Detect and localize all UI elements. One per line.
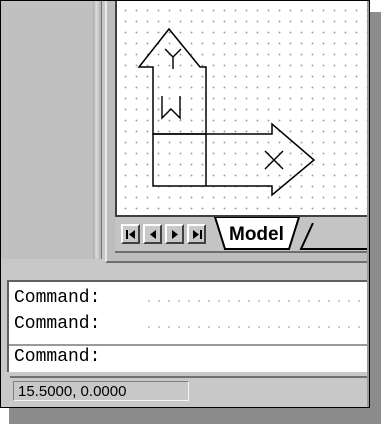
left-panel-bevel [93,1,101,259]
ucs-y-arrow [137,27,207,135]
ucs-icon [137,27,316,197]
last-tab-button[interactable] [187,224,206,244]
ucs-y-label [164,48,182,69]
tab-layout-partial[interactable] [299,223,370,251]
dotted-separator [144,300,369,302]
tab-model[interactable]: Model [211,217,303,251]
dotted-separator [144,326,369,328]
coordinate-display[interactable]: 15.5000, 0.0000 [13,381,189,401]
next-tab-button[interactable] [165,224,184,244]
last-icon [193,230,202,239]
command-history-line: Command: [14,314,101,334]
window-right-edge [367,1,369,407]
command-prompt[interactable]: Command: [14,346,100,368]
next-icon [172,230,178,239]
ucs-x-arrow [152,122,316,197]
command-history-line: Command: [14,288,101,308]
left-toolbar-area [1,1,102,259]
first-tab-button[interactable] [121,224,140,244]
command-window[interactable]: Command: Command: Command: [7,280,369,372]
tab-model-label: Model [229,224,284,245]
layout-tab-bar: Model [115,217,370,253]
prev-icon [150,230,156,239]
status-bar: 15.5000, 0.0000 [10,376,369,404]
ucs-x-label [264,150,284,170]
autocad-window: Model Command: Command: Command: 15.5000… [0,0,370,408]
first-icon [126,230,135,239]
command-history: Command: Command: [9,282,369,344]
ucs-w-label [161,96,181,120]
prev-tab-button[interactable] [143,224,162,244]
drawing-area[interactable] [115,1,369,217]
